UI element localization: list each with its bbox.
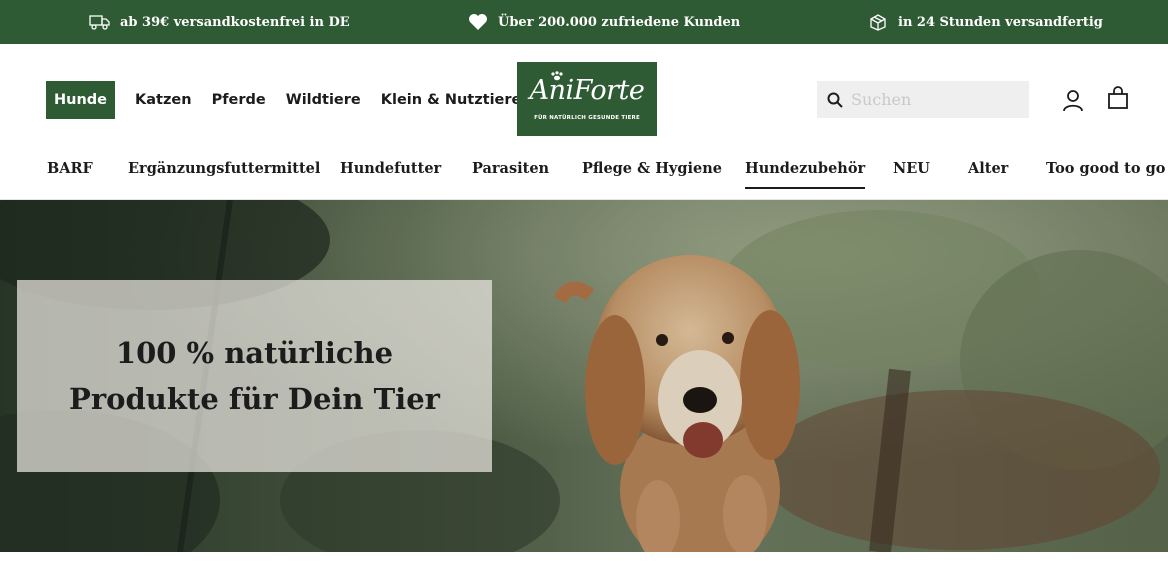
logo-wordmark: AniForte [529,75,645,106]
search-bar [817,81,1029,118]
animal-nav-wildtiere[interactable]: Wildtiere [278,81,369,119]
category-hundefutter[interactable]: Hundefutter [340,160,441,187]
animal-nav-katzen[interactable]: Katzen [127,81,200,119]
heart-icon [469,14,487,30]
usp-dispatch: in 24 Stunden versandfertig [868,0,1103,44]
logo-tagline: FÜR NATÜRLICH GESUNDE TIERE [534,115,640,121]
shopping-bag-icon [1108,86,1128,109]
user-icon [1063,90,1083,112]
brand-logo[interactable]: AniForte FÜR NATÜRLICH GESUNDE TIERE [517,62,657,136]
animal-nav-hunde[interactable]: Hunde [46,81,115,119]
usp-text: Über 200.000 zufriedene Kunden [498,14,741,30]
category-hundezubehoer[interactable]: Hundezubehör [745,160,866,189]
hero-headline-line-1: 100 % natürliche [115,336,394,370]
hero-headline-line-2: Produkte für Dein Tier [69,382,440,416]
category-too-good-to-go[interactable]: Too good to go [1046,160,1165,187]
usp-customers: Über 200.000 zufriedene Kunden [468,0,740,44]
usp-shipping: ab 39€ versandkostenfrei in DE [89,0,350,44]
site-header: Hunde Katzen Pferde Wildtiere Klein & Nu… [0,44,1168,200]
category-neu[interactable]: NEU [893,160,930,187]
category-nav: BARF Ergänzungsfuttermittel Hundefutter … [0,148,1168,200]
category-pflege-hygiene[interactable]: Pflege & Hygiene [582,160,722,187]
hero-banner[interactable]: 100 % natürliche Produkte für Dein Tier [0,200,1168,552]
category-alter[interactable]: Alter [968,160,1008,187]
account-button[interactable] [1062,89,1084,116]
animal-nav-klein-nutztiere[interactable]: Klein & Nutztiere [373,81,530,119]
hero-text-box: 100 % natürliche Produkte für Dein Tier [17,280,492,472]
cart-button[interactable] [1107,86,1129,114]
category-parasiten[interactable]: Parasiten [472,160,549,187]
category-ergaenzungsfuttermittel[interactable]: Ergänzungsfuttermittel [128,160,320,187]
package-icon [870,14,886,31]
category-barf[interactable]: BARF [47,160,93,187]
announcement-bar: ab 39€ versandkostenfrei in DE Über 200.… [0,0,1168,44]
animal-nav-pferde[interactable]: Pferde [204,81,274,119]
usp-text: ab 39€ versandkostenfrei in DE [120,14,350,30]
hero-headline: 100 % natürliche Produkte für Dein Tier [69,330,440,422]
search-icon[interactable] [827,92,843,108]
truck-icon [89,15,110,30]
usp-text: in 24 Stunden versandfertig [898,14,1103,30]
search-input[interactable] [851,90,1021,109]
animal-nav: Hunde Katzen Pferde Wildtiere Klein & Nu… [46,81,533,119]
